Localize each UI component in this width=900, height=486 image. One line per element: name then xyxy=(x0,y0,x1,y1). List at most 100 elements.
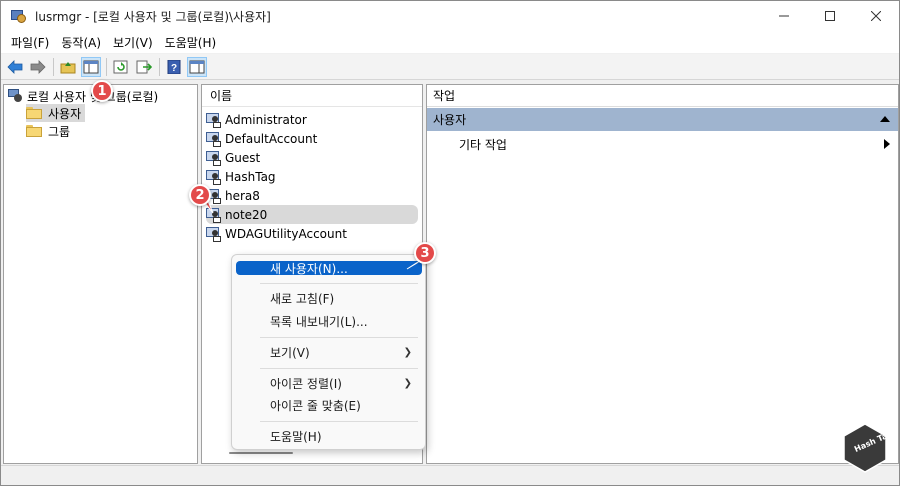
app-window: lusrmgr - [로컬 사용자 및 그룹(로컬)\사용자] 파일(F) 동작… xyxy=(0,0,900,486)
user-icon xyxy=(206,207,222,223)
step-badge-2: 2 xyxy=(189,184,211,206)
menu-view[interactable]: 보기(V) xyxy=(107,34,159,51)
list-item-wdagutilityaccount[interactable]: WDAGUtilityAccount xyxy=(206,224,418,243)
ctx-item-line-up-icons[interactable]: 아이콘 줄 맞춤(E) xyxy=(236,394,422,416)
toolbar-separator xyxy=(53,57,54,76)
action-more-actions[interactable]: 기타 작업 xyxy=(427,134,898,154)
list-item-note20[interactable]: note20 xyxy=(206,205,418,224)
lusrmgr-app-icon xyxy=(11,8,27,24)
toolbar-separator xyxy=(159,57,160,76)
tree-item-label: 사용자 xyxy=(48,106,82,121)
refresh-button[interactable] xyxy=(111,57,131,77)
export-list-button[interactable] xyxy=(134,57,154,77)
action-section-label: 사용자 xyxy=(433,113,467,127)
ctx-item-view[interactable]: 보기(V) ❯ xyxy=(236,341,422,363)
menu-help[interactable]: 도움말(H) xyxy=(159,34,223,51)
tree-item-groups[interactable]: 그룹 xyxy=(26,122,70,140)
toolbar-separator xyxy=(106,57,107,76)
list-item-label: note20 xyxy=(225,207,268,222)
user-icon xyxy=(206,150,222,166)
help-icon: ? xyxy=(167,59,181,74)
list-item-hashtag[interactable]: HashTag xyxy=(206,167,418,186)
ctx-separator xyxy=(260,368,418,369)
show-hide-tree-button[interactable] xyxy=(81,56,101,77)
ctx-item-label: 도움말(H) xyxy=(270,429,322,444)
list-item-label: Guest xyxy=(225,150,261,165)
list-item-label: HashTag xyxy=(225,169,276,184)
forward-icon xyxy=(30,59,46,74)
ctx-item-label: 새로 고침(F) xyxy=(270,291,335,306)
back-button[interactable] xyxy=(5,57,25,77)
svg-text:?: ? xyxy=(171,63,177,74)
step-badge-1: 1 xyxy=(91,80,113,102)
action-item-label: 기타 작업 xyxy=(459,137,507,152)
ctx-item-label: 아이콘 줄 맞춤(E) xyxy=(270,398,361,413)
action-pane: 작업 사용자 기타 작업 xyxy=(426,84,899,464)
close-icon xyxy=(871,11,881,21)
list-item-administrator[interactable]: Administrator xyxy=(206,110,418,129)
minimize-icon xyxy=(779,15,789,17)
list-item-label: DefaultAccount xyxy=(225,131,318,146)
user-icon xyxy=(206,112,222,128)
minimize-button[interactable] xyxy=(761,1,807,31)
folder-icon xyxy=(26,125,42,137)
list-item-label: WDAGUtilityAccount xyxy=(225,226,347,241)
list-item-label: hera8 xyxy=(225,188,260,203)
column-header-name[interactable]: 이름 xyxy=(202,85,422,107)
menu-action[interactable]: 동작(A) xyxy=(55,34,107,51)
up-folder-button[interactable] xyxy=(58,57,78,77)
ctx-item-label: 새 사용자(N)... xyxy=(270,261,348,276)
title-bar: lusrmgr - [로컬 사용자 및 그룹(로컬)\사용자] xyxy=(1,1,899,31)
step-badge-3: 3 xyxy=(414,242,436,264)
folder-icon xyxy=(26,107,42,119)
collapse-icon xyxy=(880,116,890,122)
close-button[interactable] xyxy=(853,1,899,31)
ctx-item-label: 아이콘 정렬(I) xyxy=(270,376,342,391)
show-hide-tree-icon xyxy=(83,60,99,73)
user-icon xyxy=(206,226,222,242)
list-item-guest[interactable]: Guest xyxy=(206,148,418,167)
ctx-item-export-list[interactable]: 목록 내보내기(L)... xyxy=(236,310,422,332)
tree-pane: 로컬 사용자 및 그룹(로컬) 사용자 그룹 xyxy=(3,84,198,464)
user-icon xyxy=(206,169,222,185)
ctx-item-help[interactable]: 도움말(H) xyxy=(236,425,422,447)
ctx-item-arrange-icons[interactable]: 아이콘 정렬(I) ❯ xyxy=(236,372,422,394)
submenu-arrow-icon xyxy=(884,139,890,149)
ctx-item-label: 목록 내보내기(L)... xyxy=(270,314,368,329)
menu-file[interactable]: 파일(F) xyxy=(5,34,55,51)
maximize-button[interactable] xyxy=(807,1,853,31)
menu-bar: 파일(F) 동작(A) 보기(V) 도움말(H) xyxy=(1,31,899,53)
tree-root-node[interactable]: 로컬 사용자 및 그룹(로컬) xyxy=(7,87,158,105)
chevron-right-icon: ❯ xyxy=(403,347,412,358)
maximize-icon xyxy=(825,11,835,21)
back-icon xyxy=(7,59,23,74)
ctx-item-new-user[interactable]: 새 사용자(N)... xyxy=(236,261,422,276)
tree-item-label: 그룹 xyxy=(48,124,71,139)
up-folder-icon xyxy=(60,61,76,73)
local-users-groups-icon xyxy=(7,89,23,103)
action-section-users[interactable]: 사용자 xyxy=(427,108,898,131)
list-item-hera8[interactable]: hera8 xyxy=(206,186,418,205)
status-bar xyxy=(1,465,899,485)
forward-button[interactable] xyxy=(28,57,48,77)
window-title: lusrmgr - [로컬 사용자 및 그룹(로컬)\사용자] xyxy=(35,9,271,24)
action-pane-button[interactable] xyxy=(187,56,207,77)
action-pane-icon xyxy=(189,60,205,73)
toolbar: ? xyxy=(1,54,899,80)
list-item-label: Administrator xyxy=(225,112,307,127)
ctx-separator xyxy=(260,283,418,284)
chevron-right-icon: ❯ xyxy=(403,378,412,389)
refresh-icon xyxy=(113,60,128,73)
action-pane-header: 작업 xyxy=(427,85,898,107)
tree-item-users[interactable]: 사용자 xyxy=(26,104,86,122)
ctx-item-label: 보기(V) xyxy=(270,345,310,360)
help-button[interactable]: ? xyxy=(164,57,184,77)
ctx-item-refresh[interactable]: 새로 고침(F) xyxy=(236,287,422,309)
export-list-icon xyxy=(136,60,152,73)
ctx-separator xyxy=(260,337,418,338)
horizontal-scrollbar[interactable] xyxy=(229,452,293,454)
ctx-separator xyxy=(260,421,418,422)
list-item-defaultaccount[interactable]: DefaultAccount xyxy=(206,129,418,148)
user-icon xyxy=(206,131,222,147)
context-menu: 새 사용자(N)... 새로 고침(F) 목록 내보내기(L)... 보기(V)… xyxy=(231,254,426,450)
